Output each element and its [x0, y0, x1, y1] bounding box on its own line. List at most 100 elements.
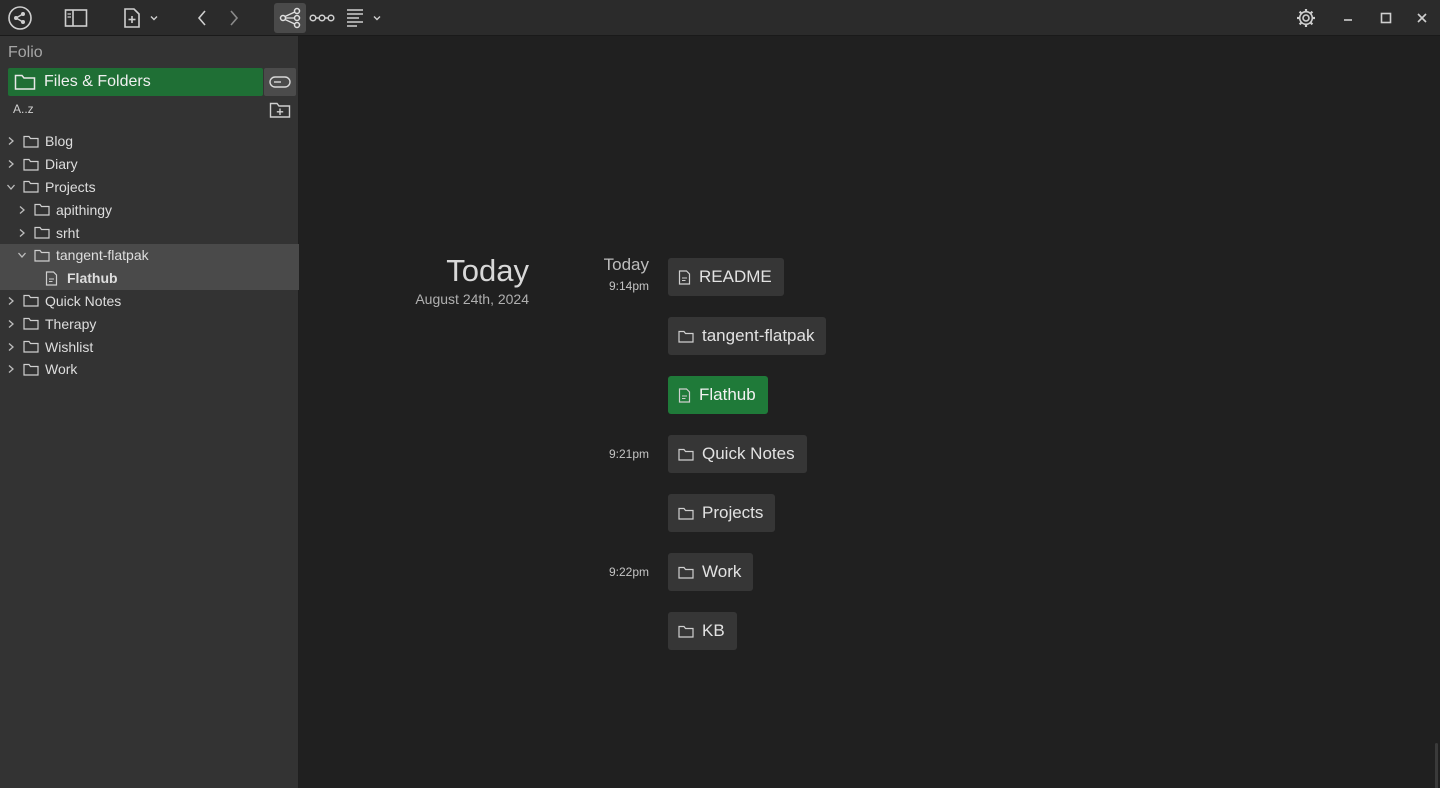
- tab-files-folders[interactable]: Files & Folders: [8, 68, 263, 96]
- timeline-entry-quick-notes[interactable]: Quick Notes: [668, 435, 807, 473]
- folder-icon: [23, 340, 39, 354]
- folder-icon: [23, 362, 39, 376]
- tree-item-projects[interactable]: Projects: [0, 176, 299, 199]
- app-logo-icon[interactable]: [5, 3, 35, 33]
- timeline-entry-label: README: [699, 267, 772, 286]
- folder-icon: [23, 134, 39, 148]
- tree-item-label: Projects: [45, 178, 96, 195]
- folder-icon: [678, 625, 694, 638]
- timeline-entry-projects[interactable]: Projects: [668, 494, 776, 532]
- sort-toggle[interactable]: A..z: [13, 102, 34, 116]
- tree-item-label: Blog: [45, 133, 74, 150]
- graph-view-icon[interactable]: [274, 3, 306, 33]
- chevron-right-icon[interactable]: [5, 318, 17, 330]
- folder-icon: [34, 203, 50, 217]
- timeline-entry-label: Quick Notes: [702, 444, 795, 463]
- chevron-down-icon[interactable]: [16, 249, 28, 261]
- folder-icon: [678, 330, 694, 343]
- maximize-icon[interactable]: [1374, 3, 1398, 33]
- tree-item-label: Wishlist: [45, 338, 94, 355]
- tree-item-wishlist[interactable]: Wishlist: [0, 335, 299, 358]
- chevron-down-icon[interactable]: [370, 3, 384, 33]
- sidebar-tab-row: Files & Folders: [8, 68, 296, 96]
- tree-item-blog[interactable]: Blog: [0, 130, 299, 153]
- timeline-entry-label: Work: [702, 562, 742, 581]
- folder-icon: [14, 73, 36, 91]
- tree-item-label: Therapy: [45, 315, 97, 332]
- chevron-right-icon[interactable]: [16, 204, 28, 216]
- tree-item-work[interactable]: Work: [0, 358, 299, 381]
- tab-tags[interactable]: [264, 68, 296, 96]
- folder-icon: [23, 180, 39, 194]
- timeline-entry-label: KB: [702, 621, 725, 640]
- text-format-icon[interactable]: [343, 3, 367, 33]
- folder-icon: [678, 448, 694, 461]
- new-folder-icon: [269, 101, 291, 119]
- sidebar: Folio Files & Folders A..z Blog Diary Proj…: [0, 36, 299, 788]
- main-timeline: Today August 24th, 2024 Today 9:14pm 9:2…: [300, 37, 1440, 788]
- time-label: 9:21pm: [608, 447, 649, 461]
- folder-icon: [34, 248, 50, 262]
- folder-icon: [34, 226, 50, 240]
- folder-icon: [23, 317, 39, 331]
- tab-files-folders-label: Files & Folders: [44, 73, 151, 90]
- tree-item-quick-notes[interactable]: Quick Notes: [0, 290, 299, 313]
- chevron-right-icon[interactable]: [5, 341, 17, 353]
- forward-icon[interactable]: [220, 3, 248, 33]
- workspace-name: Folio: [8, 44, 43, 61]
- timeline-entry-label: Projects: [702, 503, 764, 522]
- chevron-right-icon[interactable]: [5, 363, 17, 375]
- tree-item-label: Flathub: [67, 270, 118, 287]
- time-heading: Today: [603, 255, 649, 274]
- tree-item-label: Diary: [45, 156, 78, 173]
- toolbar: [0, 0, 1440, 36]
- timeline-entry-label: tangent-flatpak: [702, 326, 815, 345]
- tree-item-tangent-flatpak[interactable]: tangent-flatpak: [0, 243, 299, 267]
- chevron-right-icon[interactable]: [5, 135, 17, 147]
- tree-item-label: srht: [56, 224, 80, 241]
- link-chain-icon[interactable]: [308, 3, 336, 33]
- tree-item-label: apithingy: [56, 201, 113, 218]
- tree-item-label: Quick Notes: [45, 292, 122, 309]
- tree-item-diary[interactable]: Diary: [0, 153, 299, 176]
- chevron-down-icon[interactable]: [5, 181, 17, 193]
- chevron-right-icon[interactable]: [5, 295, 17, 307]
- close-icon[interactable]: [1410, 3, 1434, 33]
- scrollbar[interactable]: [1435, 743, 1438, 788]
- document-icon: [45, 271, 61, 286]
- document-icon: [678, 387, 691, 403]
- tree-item-apithingy[interactable]: apithingy: [0, 198, 299, 221]
- new-document-icon[interactable]: [118, 3, 146, 33]
- file-tree: Blog Diary Projects apithingy srht tangent-fl…: [0, 130, 299, 381]
- sidebar-toggle-icon[interactable]: [61, 3, 91, 33]
- timeline-entry-work[interactable]: Work: [668, 553, 754, 591]
- time-label: 9:22pm: [608, 565, 649, 579]
- timeline-entry-kb[interactable]: KB: [668, 612, 737, 650]
- time-label: 9:14pm: [608, 279, 649, 293]
- timeline-entry-tangent-flatpak[interactable]: tangent-flatpak: [668, 317, 827, 355]
- folder-icon: [23, 294, 39, 308]
- timeline-entry-readme[interactable]: README: [668, 258, 784, 296]
- tree-item-therapy[interactable]: Therapy: [0, 312, 299, 335]
- tree-item-flathub[interactable]: Flathub: [0, 266, 299, 290]
- new-folder-button[interactable]: [266, 98, 294, 122]
- tag-icon: [269, 76, 291, 88]
- document-icon: [678, 269, 691, 285]
- settings-gear-icon[interactable]: [1292, 3, 1320, 33]
- folder-icon: [678, 507, 694, 520]
- folder-icon: [678, 566, 694, 579]
- back-icon[interactable]: [188, 3, 216, 33]
- day-title: Today: [446, 253, 529, 288]
- timeline-entry-label: Flathub: [699, 385, 756, 404]
- folder-icon: [23, 157, 39, 171]
- chevron-right-icon[interactable]: [16, 227, 28, 239]
- tree-item-label: tangent-flatpak: [56, 247, 149, 264]
- timeline-entry-flathub[interactable]: Flathub: [668, 376, 768, 414]
- minimize-icon[interactable]: [1336, 3, 1360, 33]
- chevron-right-icon[interactable]: [5, 158, 17, 170]
- tree-item-srht[interactable]: srht: [0, 221, 299, 244]
- chevron-down-icon[interactable]: [147, 3, 161, 33]
- day-date: August 24th, 2024: [415, 291, 529, 307]
- tree-item-label: Work: [45, 361, 78, 378]
